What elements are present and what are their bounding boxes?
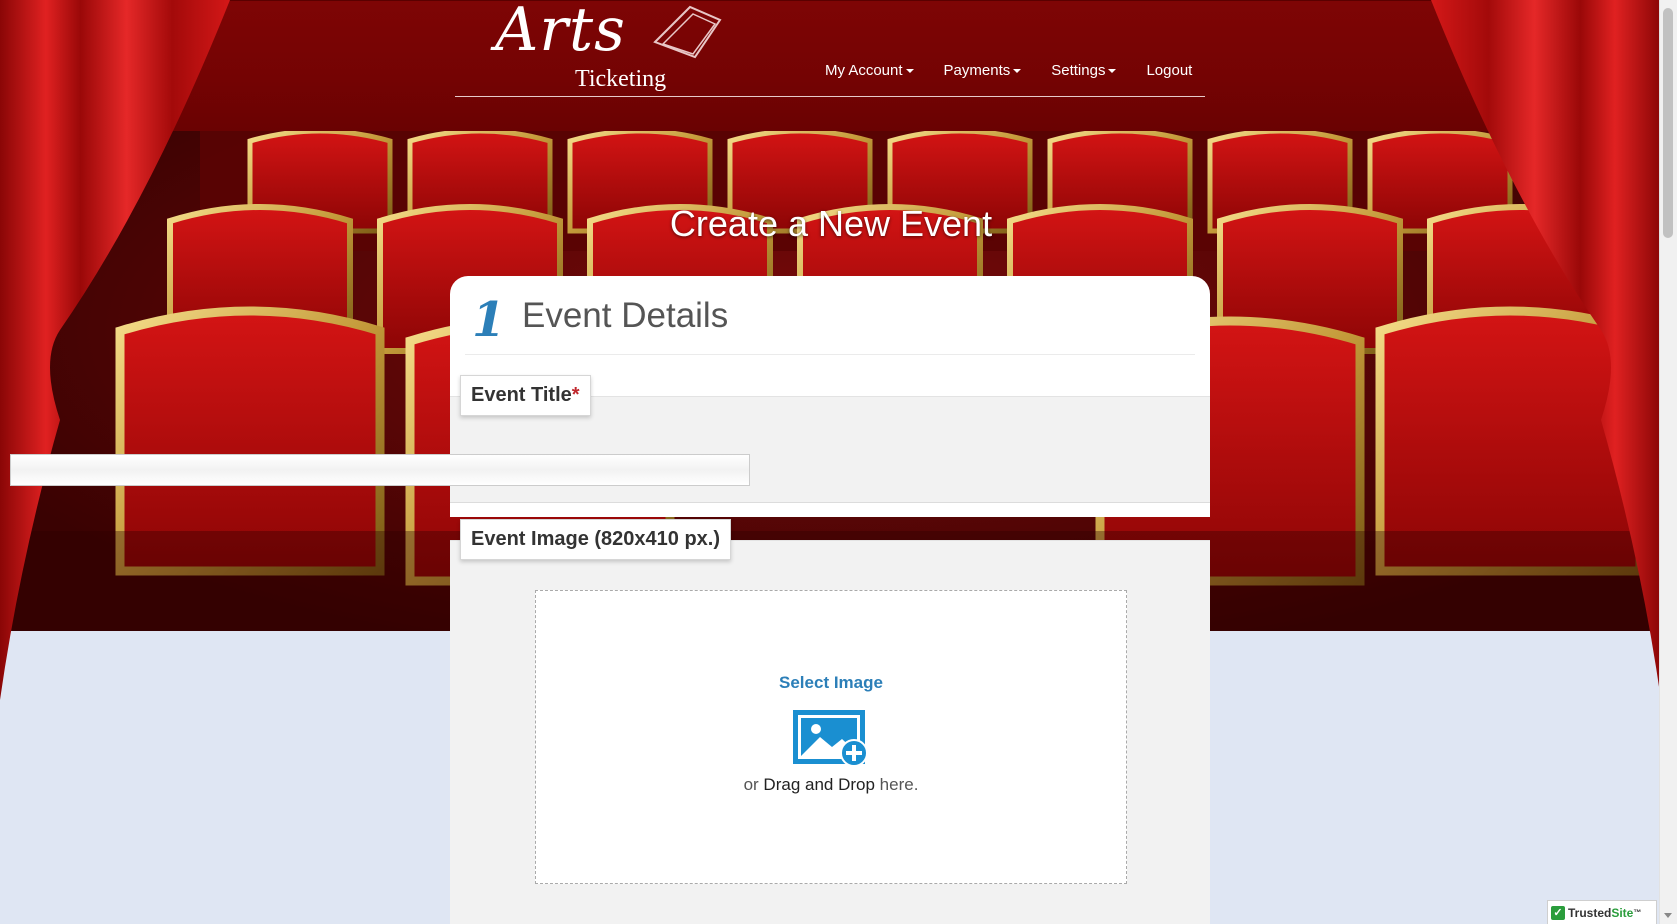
- nav-logout[interactable]: Logout: [1131, 62, 1207, 79]
- page-scrollbar[interactable]: [1659, 0, 1677, 924]
- caret-down-icon: [1013, 69, 1022, 74]
- badge-prefix: Trusted: [1568, 905, 1612, 920]
- logo-script-text: Arts: [495, 0, 626, 65]
- trusted-site-badge[interactable]: ✓ Trusted Site ™: [1547, 900, 1657, 924]
- select-image-link[interactable]: Select Image: [536, 673, 1126, 693]
- nav-divider: [455, 96, 1205, 97]
- nav-my-account[interactable]: My Account: [810, 62, 929, 79]
- image-add-icon[interactable]: [792, 709, 868, 767]
- drag-emphasis: Drag and Drop: [763, 775, 875, 794]
- page-title: Create a New Event: [669, 203, 993, 244]
- event-title-label: Event Title*: [460, 375, 591, 416]
- card-divider: [465, 354, 1195, 355]
- step-number: 1: [472, 292, 506, 348]
- event-image-label: Event Image (820x410 px.): [460, 519, 732, 560]
- scroll-down-arrow-icon[interactable]: [1664, 913, 1672, 918]
- nav-settings[interactable]: Settings: [1036, 62, 1131, 79]
- event-title-input[interactable]: [10, 454, 750, 486]
- nav-label: Settings: [1051, 62, 1106, 79]
- section-gap: [450, 502, 1210, 517]
- drag-suffix: here.: [879, 775, 919, 794]
- required-mark: *: [571, 384, 580, 406]
- card-title: Event Details: [522, 296, 729, 335]
- image-dropzone[interactable]: Select Image or Drag and Drop here.: [535, 590, 1127, 884]
- badge-brand: Site: [1611, 905, 1634, 920]
- caret-down-icon: [905, 69, 914, 74]
- caret-down-icon: [1108, 69, 1117, 74]
- logo-sub-text: Ticketing: [575, 66, 667, 92]
- event-title-label-text: Event Title: [471, 384, 572, 406]
- page: Arts Ticketing My Account Payments Setti…: [0, 0, 1677, 924]
- site-logo[interactable]: Arts Ticketing: [495, 0, 725, 98]
- badge-mark: ™: [1633, 908, 1642, 917]
- check-icon: ✓: [1551, 905, 1565, 920]
- nav-label: My Account: [825, 62, 903, 79]
- nav-label: Logout: [1146, 62, 1193, 79]
- main-nav: My Account Payments Settings Logout: [810, 62, 1207, 79]
- drag-prefix: or: [743, 775, 759, 794]
- nav-payments[interactable]: Payments: [929, 62, 1037, 79]
- ticket-icon: [653, 5, 722, 59]
- event-details-card: 1 Event Details Event Title* Event Image…: [450, 276, 1210, 924]
- drag-drop-hint: or Drag and Drop here.: [536, 775, 1126, 795]
- nav-label: Payments: [943, 62, 1011, 79]
- scrollbar-thumb[interactable]: [1663, 8, 1673, 238]
